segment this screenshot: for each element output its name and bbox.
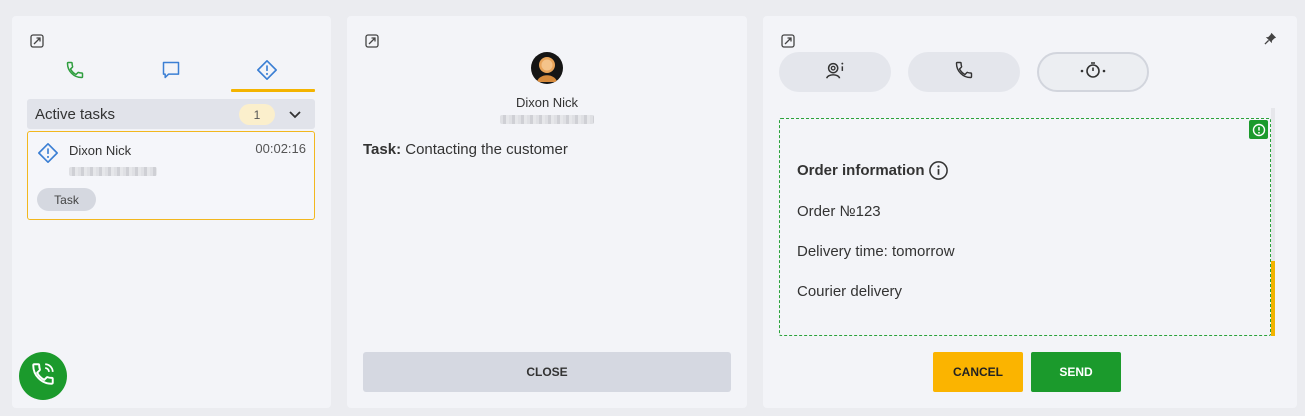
redacted-phone bbox=[500, 115, 594, 124]
phone-icon bbox=[954, 60, 974, 85]
expand-icon[interactable] bbox=[30, 34, 44, 48]
form-scroll-area[interactable]: Order information Order №123 Delivery ti… bbox=[779, 108, 1275, 336]
tab-tasks[interactable] bbox=[219, 49, 315, 95]
order-number: Order №123 bbox=[797, 203, 881, 220]
task-type-chip: Task bbox=[37, 188, 96, 211]
pin-icon[interactable] bbox=[1264, 32, 1277, 50]
tasks-panel: Active tasks 1 Dixon Nick 00:02:16 Task bbox=[12, 16, 331, 408]
task-text: Contacting the customer bbox=[405, 141, 568, 158]
section-title: Active tasks bbox=[35, 105, 116, 123]
order-form: Order information Order №123 Delivery ti… bbox=[779, 118, 1271, 336]
softphone-button[interactable] bbox=[19, 352, 67, 400]
active-tasks-header[interactable]: Active tasks 1 bbox=[27, 99, 315, 129]
task-icon bbox=[37, 142, 59, 169]
task-icon bbox=[256, 59, 278, 86]
close-button[interactable]: CLOSE bbox=[363, 352, 731, 392]
order-form-panel: Order information Order №123 Delivery ti… bbox=[763, 16, 1297, 408]
contact-info-icon bbox=[824, 59, 846, 86]
call-button[interactable] bbox=[908, 52, 1020, 92]
timer-button[interactable] bbox=[1037, 52, 1149, 92]
chat-icon bbox=[161, 60, 181, 85]
task-contact-name: Dixon Nick bbox=[69, 143, 132, 158]
info-icon[interactable] bbox=[928, 160, 949, 181]
timer-icon bbox=[1076, 60, 1110, 85]
task-description: Task: Contacting the customer bbox=[363, 141, 568, 158]
expand-icon[interactable] bbox=[781, 34, 795, 48]
redacted-phone bbox=[69, 167, 157, 176]
task-card[interactable]: Dixon Nick 00:02:16 Task bbox=[27, 131, 315, 220]
send-button[interactable]: SEND bbox=[1031, 352, 1121, 392]
order-title-text: Order information bbox=[797, 162, 925, 179]
phone-icon bbox=[65, 60, 85, 85]
avatar bbox=[531, 52, 563, 84]
contact-name: Dixon Nick bbox=[515, 95, 579, 110]
delivery-time: Delivery time: tomorrow bbox=[797, 243, 955, 260]
delivery-method: Courier delivery bbox=[797, 283, 903, 300]
task-count-badge: 1 bbox=[239, 104, 275, 125]
phone-call-icon bbox=[30, 361, 56, 392]
task-detail-panel: Dixon Nick Task: Contacting the customer… bbox=[347, 16, 747, 408]
scrollbar-thumb[interactable] bbox=[1271, 261, 1275, 336]
order-title: Order information bbox=[797, 160, 949, 181]
channel-tabs bbox=[27, 49, 315, 95]
form-status-icon bbox=[1249, 120, 1268, 139]
cancel-button[interactable]: CANCEL bbox=[933, 352, 1023, 392]
contact-info-button[interactable] bbox=[779, 52, 891, 92]
tab-calls[interactable] bbox=[27, 49, 123, 95]
chevron-down-icon[interactable] bbox=[287, 106, 303, 122]
expand-icon[interactable] bbox=[365, 34, 379, 48]
task-timer: 00:02:16 bbox=[255, 141, 306, 156]
tab-chats[interactable] bbox=[123, 49, 219, 95]
task-label: Task: bbox=[363, 141, 402, 158]
